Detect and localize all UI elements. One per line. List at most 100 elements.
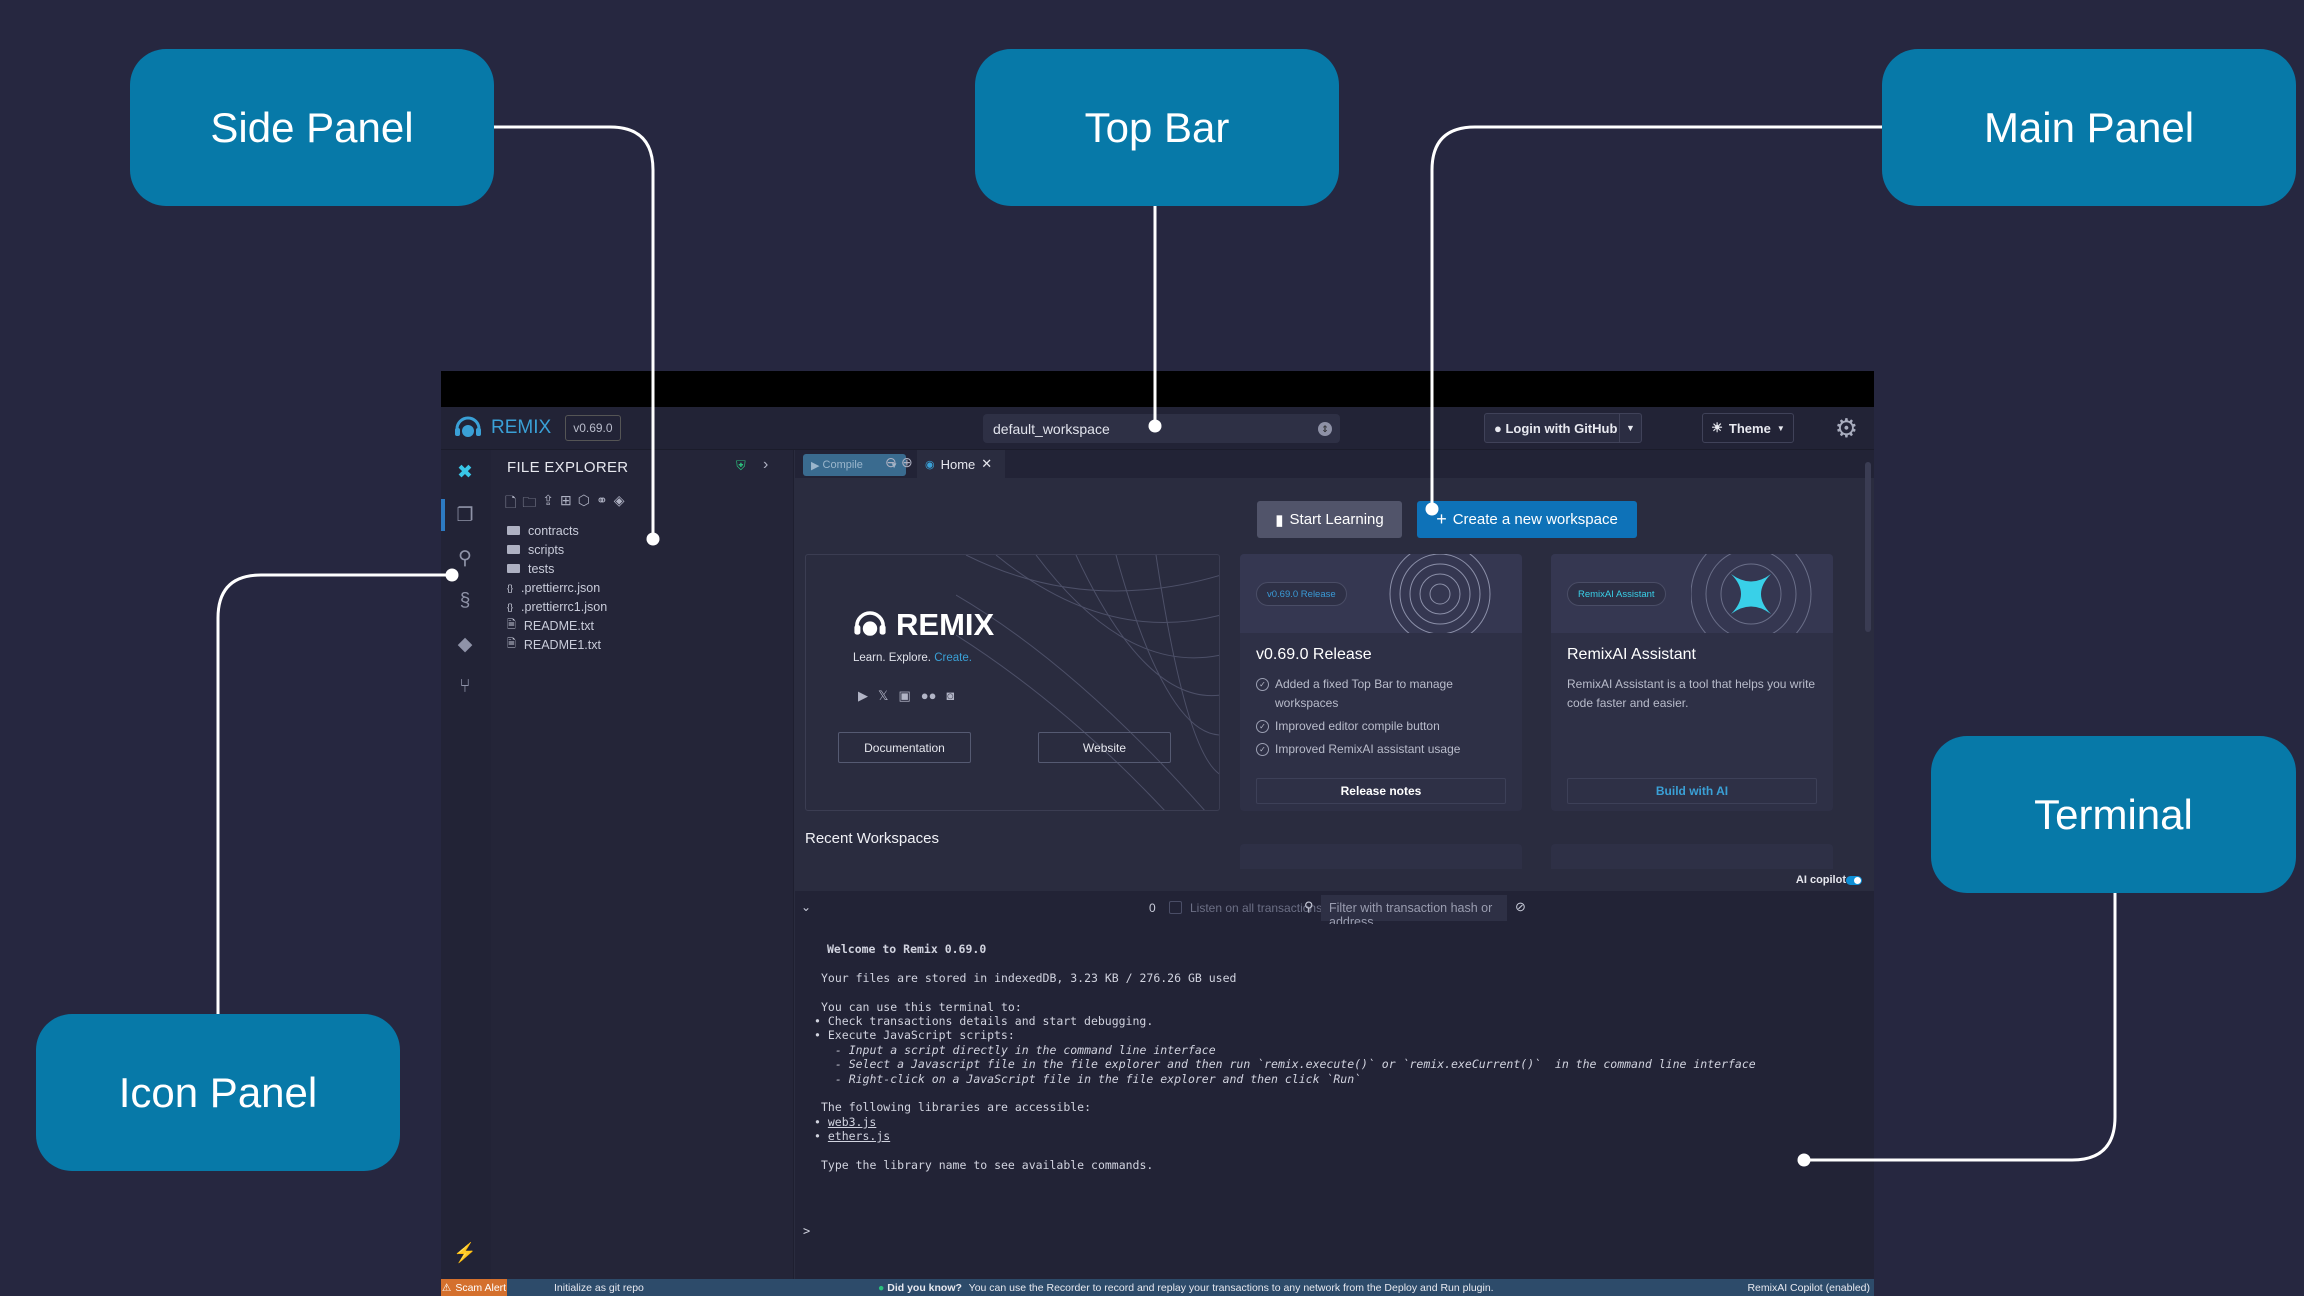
git-tag-icon[interactable]: ◈	[614, 492, 625, 516]
linkedin-icon[interactable]: ▣	[898, 688, 910, 704]
file-name: README1.txt	[523, 637, 601, 652]
listen-checkbox[interactable]	[1169, 901, 1182, 914]
deploy-run-icon[interactable]: ◆	[452, 631, 478, 657]
start-learning-label: Start Learning	[1289, 511, 1384, 528]
recent-card[interactable]	[1551, 844, 1833, 869]
init-git-link[interactable]: Initialize as git repo	[554, 1282, 644, 1294]
main-scrollbar[interactable]	[1865, 462, 1871, 632]
hero-logo: REMIX	[852, 607, 994, 643]
file-tree-item[interactable]: 🗎 README.txt	[507, 616, 607, 635]
folder-icon	[507, 545, 520, 554]
scam-alert-button[interactable]: ⚠ Scam Alert	[441, 1279, 507, 1296]
link-icon[interactable]: ⚭	[596, 492, 608, 516]
new-folder-icon[interactable]: 🗀	[522, 492, 536, 516]
github-icon: ●	[1494, 420, 1502, 436]
start-learning-button[interactable]: ▮ Start Learning	[1257, 501, 1402, 538]
terminal-line: - Input a script directly in the command…	[821, 1042, 1216, 1057]
file-tree-item[interactable]: contracts	[507, 521, 607, 540]
chevron-right-icon[interactable]: ›	[763, 456, 768, 474]
terminal-line: Your files are stored in indexedDB, 3.23…	[821, 970, 1237, 985]
sun-icon: ☀	[1711, 420, 1723, 435]
file-tree-item[interactable]: 🗎 README1.txt	[507, 635, 607, 654]
release-notes-button[interactable]: Release notes	[1256, 778, 1506, 804]
spiral-decoration	[956, 555, 1219, 810]
ai-badge: RemixAI Assistant	[1567, 582, 1666, 606]
new-file-icon[interactable]: 🗋	[505, 492, 516, 516]
gear-icon[interactable]: ⚙	[1835, 415, 1858, 441]
upload-folder-icon[interactable]: ⊞	[560, 492, 572, 516]
release-item-text: Improved RemixAI assistant usage	[1275, 742, 1461, 756]
terminal-line: You can use this terminal to:	[821, 999, 1022, 1014]
remix-logo-icon: ◉	[925, 458, 935, 471]
release-notes-label: Release notes	[1340, 784, 1422, 798]
build-with-ai-button[interactable]: Build with AI	[1567, 778, 1817, 804]
file-name: contracts	[528, 523, 579, 538]
release-item: ✓ Improved RemixAI assistant usage	[1256, 740, 1511, 759]
recent-card[interactable]	[1240, 844, 1522, 869]
file-tree-item[interactable]: scripts	[507, 540, 607, 559]
upload-file-icon[interactable]: ⇪	[542, 492, 554, 516]
shield-icon[interactable]: ⛨	[736, 458, 746, 474]
terminal-line: - Right-click on a JavaScript file in th…	[821, 1071, 1362, 1086]
ethers-link[interactable]: ethers.js	[828, 1129, 890, 1143]
side-panel-callout-label: Side Panel	[210, 103, 414, 151]
theme-button[interactable]: ☀ Theme ▼	[1702, 413, 1794, 443]
file-toolbar: 🗋 🗀 ⇪ ⊞ ⬡ ⚭ ◈	[505, 492, 624, 516]
youtube-icon[interactable]: ▶	[858, 688, 868, 704]
file-tree-item[interactable]: {} .prettierrc.json	[507, 578, 607, 597]
top-bar: REMIX v0.69.0 default_workspace ⇕ ● Logi…	[441, 407, 1874, 450]
file-tree-item[interactable]: {} .prettierrc1.json	[507, 597, 607, 616]
web3-link[interactable]: web3.js	[828, 1115, 876, 1129]
ai-card: RemixAI Assistant RemixAI Assistant Remi…	[1551, 554, 1833, 811]
chevron-down-icon[interactable]: ▼	[1619, 414, 1641, 442]
documentation-label: Documentation	[864, 740, 945, 755]
terminal-prompt[interactable]: >	[803, 1224, 810, 1238]
workspace-select[interactable]: default_workspace ⇕	[983, 413, 1340, 443]
ai-description: RemixAI Assistant is a tool that helps y…	[1567, 677, 1816, 710]
create-workspace-button[interactable]: + Create a new workspace	[1417, 501, 1637, 538]
terminal-line: - Select a Javascript file in the file e…	[821, 1057, 1756, 1072]
main-panel-callout-label: Main Panel	[1983, 103, 2195, 151]
website-button[interactable]: Website	[1038, 732, 1171, 763]
transaction-filter-input[interactable]: Filter with transaction hash or address	[1321, 895, 1507, 929]
solidity-compiler-icon[interactable]: §	[452, 588, 478, 614]
terminal-line: • Execute JavaScript scripts:	[814, 1028, 1015, 1043]
medium-icon[interactable]: ●●	[921, 688, 937, 704]
remix-logo-icon[interactable]: ✖	[452, 459, 478, 485]
remix-logo-icon[interactable]	[453, 414, 485, 442]
main-panel: ▶ Compile ▼ ⊖ ⊕ ◉ Home ✕ ▮ Start Learnin…	[795, 450, 1874, 1281]
compile-label: Compile	[822, 459, 863, 471]
double-chevron-down-icon[interactable]: ⌄	[801, 900, 811, 914]
ai-copilot-label: AI copilot	[1795, 874, 1846, 886]
documentation-button[interactable]: Documentation	[838, 732, 971, 763]
ai-copilot-toggle[interactable]	[1846, 876, 1862, 885]
terminal-lib: • web3.js	[814, 1114, 877, 1129]
file-explorer-icon[interactable]: ❐	[452, 502, 478, 528]
hero-tagline: Learn. Explore. Create.	[853, 652, 972, 664]
clear-icon[interactable]: ⊘	[1515, 899, 1526, 915]
release-title: v0.69.0 Release	[1256, 646, 1372, 663]
git-icon[interactable]: ⑂	[452, 674, 478, 700]
search-icon[interactable]: ⚲	[452, 545, 478, 571]
plugin-manager-icon[interactable]: ⚡	[452, 1240, 478, 1266]
login-github-button[interactable]: ● Login with GitHub ▼	[1484, 413, 1642, 443]
chevron-updown-icon: ⇕	[1318, 421, 1332, 436]
did-you-know: ● Did you know? You can use the Recorder…	[878, 1282, 1494, 1294]
chevron-down-icon: ▼	[1776, 423, 1785, 433]
zoom-in-icon[interactable]: ⊕	[901, 454, 913, 471]
close-icon[interactable]: ✕	[981, 456, 992, 472]
terminal-welcome: Welcome to Remix 0.69.0	[827, 942, 987, 956]
terminal-callout-label: Terminal	[2034, 790, 2193, 838]
file-icon: 🗎	[507, 619, 516, 631]
website-label: Website	[1082, 740, 1127, 755]
tab-home[interactable]: ◉ Home ✕	[917, 450, 1005, 478]
terminal-output[interactable]: Welcome to Remix 0.69.0 Your files are s…	[795, 924, 1874, 1281]
x-icon[interactable]: 𝕏	[878, 688, 888, 704]
file-tree-item[interactable]: tests	[507, 559, 607, 578]
discord-icon[interactable]: ◙	[947, 688, 955, 704]
icon-panel-callout: Icon Panel	[36, 1014, 400, 1171]
zoom-out-icon[interactable]: ⊖	[885, 454, 897, 471]
package-icon[interactable]: ⬡	[578, 492, 590, 516]
release-list: ✓ Added a fixed Top Bar to manage workspa…	[1256, 675, 1511, 763]
remixai-copilot-status[interactable]: RemixAI Copilot (enabled)	[1747, 1282, 1870, 1294]
